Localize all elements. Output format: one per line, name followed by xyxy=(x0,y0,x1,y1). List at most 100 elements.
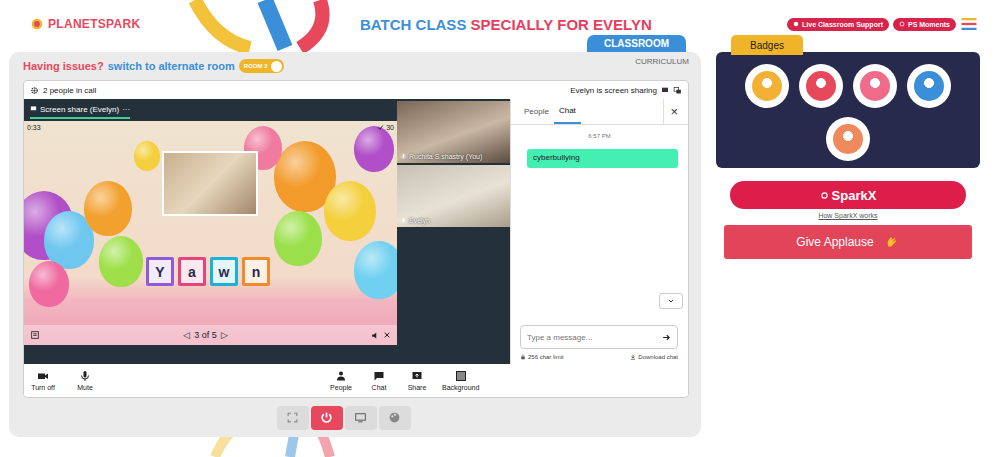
camera-icon xyxy=(37,370,49,382)
power-button[interactable] xyxy=(311,406,343,430)
side-panel: Badges SparkX How SparkX works Give Applaus… xyxy=(716,52,980,437)
notice-row: Having issues?switch to alternate roomRO… xyxy=(23,52,689,80)
balloon xyxy=(84,181,132,236)
badge[interactable] xyxy=(853,64,897,108)
chat-tab[interactable]: People xyxy=(519,99,554,124)
mic-icon xyxy=(400,153,407,160)
previous-button[interactable]: ◁ xyxy=(183,330,190,340)
balloon xyxy=(29,261,69,307)
classroom-tab[interactable]: CLASSROOM xyxy=(587,35,686,52)
screen-button[interactable] xyxy=(345,406,377,430)
sparkx-help-link[interactable]: How SparkX works xyxy=(716,212,980,219)
gear-icon[interactable] xyxy=(30,86,39,95)
participant-name: Ruchita S shastry (You) xyxy=(409,153,482,160)
chat-icon xyxy=(373,370,385,382)
letter: Y xyxy=(149,260,171,283)
download-chat-text: Download chat xyxy=(638,354,678,360)
layout-icon[interactable] xyxy=(673,86,682,95)
badge[interactable] xyxy=(826,117,870,161)
mic-icon xyxy=(79,370,91,382)
toolbar-button[interactable]: Chat xyxy=(366,370,392,391)
page-indicator: 3 of 5 xyxy=(194,330,217,340)
live-icon xyxy=(793,21,799,27)
shared-slide: Yawn0:3330◁3 of 5▷ xyxy=(24,121,397,345)
toolbar-left: Turn off Mute xyxy=(30,370,98,391)
live-support-button[interactable]: Live Classroom Support xyxy=(787,18,889,31)
volume-icon[interactable] xyxy=(371,331,380,340)
chat-tab[interactable]: Chat xyxy=(554,99,581,124)
toolbar-center: People Chat Share Background xyxy=(328,370,479,391)
room-toggle[interactable]: ROOM 2 xyxy=(239,59,284,73)
badge-icon xyxy=(833,124,863,154)
participant-tile[interactable]: Ruchita S shastry (You) xyxy=(397,101,510,163)
lock-icon xyxy=(520,354,526,360)
screen-share-title: Screen share (Evelyn) xyxy=(40,105,119,114)
toolbar-label: Mute xyxy=(77,384,93,391)
letter: n xyxy=(245,260,267,283)
letter-tile: a xyxy=(178,257,206,286)
palette-button[interactable] xyxy=(379,406,411,430)
people-icon xyxy=(335,370,347,382)
alternate-room-link[interactable]: switch to alternate room xyxy=(108,60,235,72)
letter: w xyxy=(213,260,235,283)
room-toggle-label: ROOM 2 xyxy=(244,63,268,69)
badges-panel: Badges xyxy=(716,52,980,168)
close-icon[interactable] xyxy=(383,331,391,339)
video-call: 2 people in callEvelyn is screen sharing… xyxy=(23,80,689,398)
close-button[interactable]: × xyxy=(663,99,684,124)
menu-icon[interactable] xyxy=(960,15,978,33)
chevron-down-icon xyxy=(667,297,675,305)
toolbar-button[interactable]: People xyxy=(328,370,354,391)
toolbar-button[interactable]: Background xyxy=(442,370,479,391)
screen-share-tab[interactable]: Screen share (Evelyn)··· xyxy=(30,102,130,119)
curriculum-tab[interactable]: CURRICULUM xyxy=(635,57,689,66)
scroll-down-button[interactable] xyxy=(659,293,683,309)
classroom-controls xyxy=(23,398,689,437)
more-button[interactable]: ··· xyxy=(122,105,130,114)
header-actions: Live Classroom Support PS Moments xyxy=(787,15,1000,33)
photo xyxy=(162,151,258,216)
toolbar-label: Turn off xyxy=(31,384,55,391)
participant-label: Evelyn xyxy=(400,217,430,224)
people-count: 2 people in call xyxy=(30,86,96,95)
participants: Ruchita S shastry (You) Evelyn xyxy=(397,99,510,364)
moments-button[interactable]: PS Moments xyxy=(893,18,956,31)
sparkx-button[interactable]: SparkX xyxy=(730,181,966,209)
power-icon xyxy=(320,411,333,424)
badge-icon xyxy=(860,71,890,101)
letter: a xyxy=(181,260,203,283)
chat-footer: 256 char limitDownload chat xyxy=(511,349,688,364)
screen-share-icon[interactable] xyxy=(661,86,669,94)
message-input[interactable] xyxy=(527,333,658,342)
give-applause-button[interactable]: Give Applause xyxy=(724,225,972,259)
badge[interactable] xyxy=(745,64,789,108)
toolbar-button[interactable]: Mute xyxy=(72,370,98,391)
pager: ◁ 3 of 5 ▷ xyxy=(183,330,228,340)
clap-icon xyxy=(884,235,900,249)
camera-icon xyxy=(899,21,905,27)
participant-name: Evelyn xyxy=(409,217,430,224)
logo-text: PLANETSPARK xyxy=(48,17,140,31)
toolbar-label: Share xyxy=(408,384,427,391)
logo[interactable]: PLANETSPARK xyxy=(0,17,360,31)
classroom-panel: CLASSROOMHaving issues?switch to alterna… xyxy=(9,52,701,437)
main: CLASSROOMHaving issues?switch to alterna… xyxy=(0,52,1000,437)
next-button[interactable]: ▷ xyxy=(221,330,228,340)
balloon xyxy=(274,211,322,266)
badge[interactable] xyxy=(907,64,951,108)
fullscreen-icon xyxy=(286,411,299,424)
badge[interactable] xyxy=(799,64,843,108)
toolbar-button[interactable]: Share xyxy=(404,370,430,391)
slide-right-icons xyxy=(371,331,391,340)
participant-tile[interactable]: Evelyn xyxy=(397,165,510,227)
download-icon xyxy=(630,354,636,360)
chat-space xyxy=(511,168,688,293)
letter-tile: Y xyxy=(146,257,174,286)
send-icon[interactable] xyxy=(662,333,671,342)
notes-icon[interactable] xyxy=(30,330,40,340)
download-chat-button[interactable]: Download chat xyxy=(630,354,678,360)
live-support-label: Live Classroom Support xyxy=(802,21,883,28)
palette-icon xyxy=(388,411,401,424)
toolbar-button[interactable]: Turn off xyxy=(30,370,56,391)
fullscreen-button[interactable] xyxy=(277,406,309,430)
